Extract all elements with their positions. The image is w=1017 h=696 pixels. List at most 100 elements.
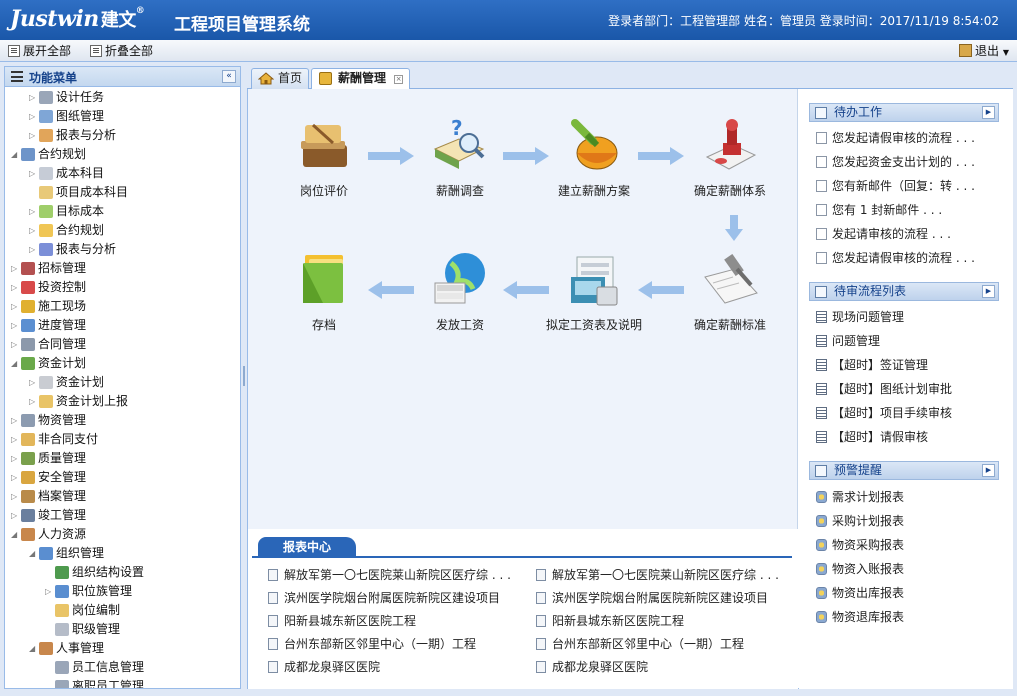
report-item[interactable]: 台州东部新区邻里中心（一期）工程 [536, 635, 744, 653]
collapsed-arrow-icon[interactable]: ▷ [29, 202, 37, 221]
review-more-button[interactable]: ▶ [982, 285, 995, 298]
alert-item[interactable]: 需求计划报表 [816, 488, 991, 506]
tab-salary-management[interactable]: 薪酬管理 × [311, 68, 411, 90]
menu-item[interactable]: ▷ 施工现场 [5, 297, 240, 316]
review-item[interactable]: 【超时】请假审核 [816, 428, 991, 446]
collapsed-arrow-icon[interactable]: ▷ [29, 392, 37, 411]
menu-item[interactable]: ▷ 目标成本 [5, 202, 240, 221]
expanded-arrow-icon[interactable]: ◢ [29, 639, 37, 658]
alert-item[interactable]: 物资出库报表 [816, 584, 991, 602]
todo-item[interactable]: 您发起请假审核的流程 . . . [816, 129, 991, 147]
alert-item[interactable]: 物资采购报表 [816, 536, 991, 554]
report-item[interactable]: 台州东部新区邻里中心（一期）工程 [268, 635, 476, 653]
collapsed-arrow-icon[interactable]: ▷ [29, 164, 37, 183]
expanded-arrow-icon[interactable]: ◢ [11, 145, 19, 164]
collapsed-arrow-icon[interactable]: ▷ [11, 259, 19, 278]
flow-step-salary-survey[interactable]: ? 薪酬调查 [410, 115, 510, 198]
flow-step-job-evaluation[interactable]: 岗位评价 [274, 115, 374, 198]
menu-item[interactable]: ▷ 质量管理 [5, 449, 240, 468]
collapsed-arrow-icon[interactable]: ▷ [11, 411, 19, 430]
report-item[interactable]: 滨州医学院烟台附属医院新院区建设项目 [536, 589, 768, 607]
alert-item[interactable]: 采购计划报表 [816, 512, 991, 530]
collapsed-arrow-icon[interactable]: ▷ [45, 582, 53, 601]
menu-item[interactable]: ▷ 安全管理 [5, 468, 240, 487]
todo-item[interactable]: 您有 1 封新邮件 . . . [816, 201, 991, 219]
tab-close-icon[interactable]: × [394, 75, 404, 84]
collapsed-arrow-icon[interactable]: ▷ [11, 449, 19, 468]
collapsed-arrow-icon[interactable]: ▷ [11, 335, 19, 354]
todo-item[interactable]: 您有新邮件（回复：转 . . . [816, 177, 991, 195]
report-item[interactable]: 解放军第一〇七医院莱山新院区医疗综 . . . [268, 566, 511, 584]
menu-item[interactable]: ◢ 人力资源 [5, 525, 240, 544]
todo-more-button[interactable]: ▶ [982, 106, 995, 119]
collapsed-arrow-icon[interactable]: ▷ [11, 278, 19, 297]
collapsed-arrow-icon[interactable]: ▷ [11, 487, 19, 506]
todo-item[interactable]: 您发起资金支出计划的 . . . [816, 153, 991, 171]
tab-home[interactable]: 首页 [251, 68, 310, 89]
menu-item[interactable]: ◢ 合约规划 [5, 145, 240, 164]
menu-item[interactable]: 员工信息管理 [5, 658, 240, 677]
review-item[interactable]: 现场问题管理 [816, 308, 991, 326]
collapsed-arrow-icon[interactable]: ▷ [29, 221, 37, 240]
flow-step-draft-payroll[interactable]: 拟定工资表及说明 [544, 249, 644, 332]
menu-item[interactable]: ▷ 非合同支付 [5, 430, 240, 449]
collapsed-arrow-icon[interactable]: ▷ [29, 240, 37, 259]
collapsed-arrow-icon[interactable]: ▷ [11, 468, 19, 487]
collapse-sidebar-button[interactable]: « [222, 70, 236, 83]
menu-item[interactable]: ▷ 进度管理 [5, 316, 240, 335]
menu-item[interactable]: ◢ 组织管理 [5, 544, 240, 563]
alerts-more-button[interactable]: ▶ [982, 464, 995, 477]
menu-item[interactable]: 组织结构设置 [5, 563, 240, 582]
menu-item[interactable]: ▷ 合同管理 [5, 335, 240, 354]
menu-item[interactable]: ◢ 资金计划 [5, 354, 240, 373]
flow-step-build-scheme[interactable]: 建立薪酬方案 [544, 115, 644, 198]
menu-item[interactable]: ▷ 档案管理 [5, 487, 240, 506]
flow-step-pay-wages[interactable]: 发放工资 [410, 249, 510, 332]
report-item[interactable]: 滨州医学院烟台附属医院新院区建设项目 [268, 589, 500, 607]
menu-item[interactable]: ▷ 图纸管理 [5, 107, 240, 126]
menu-item[interactable]: ▷ 物资管理 [5, 411, 240, 430]
menu-item[interactable]: ▷ 竣工管理 [5, 506, 240, 525]
collapse-all-button[interactable]: 折叠全部 [90, 42, 153, 60]
exit-button[interactable]: 退出 ▼ [959, 42, 1009, 60]
menu-item[interactable]: ▷ 设计任务 [5, 88, 240, 107]
menu-item[interactable]: 离职员工管理 [5, 677, 240, 688]
report-item[interactable]: 解放军第一〇七医院莱山新院区医疗综 . . . [536, 566, 779, 584]
menu-item[interactable]: ▷ 合约规划 [5, 221, 240, 240]
menu-item[interactable]: 职级管理 [5, 620, 240, 639]
alert-item[interactable]: 物资入账报表 [816, 560, 991, 578]
menu-item[interactable]: 岗位编制 [5, 601, 240, 620]
collapsed-arrow-icon[interactable]: ▷ [29, 373, 37, 392]
todo-item[interactable]: 发起请审核的流程 . . . [816, 225, 991, 243]
review-item[interactable]: 【超时】图纸计划审批 [816, 380, 991, 398]
menu-item[interactable]: ▷ 报表与分析 [5, 240, 240, 259]
expanded-arrow-icon[interactable]: ◢ [29, 544, 37, 563]
expanded-arrow-icon[interactable]: ◢ [11, 354, 19, 373]
collapsed-arrow-icon[interactable]: ▷ [29, 88, 37, 107]
menu-item[interactable]: ▷ 招标管理 [5, 259, 240, 278]
menu-item[interactable]: ▷ 成本科目 [5, 164, 240, 183]
collapsed-arrow-icon[interactable]: ▷ [11, 430, 19, 449]
collapsed-arrow-icon[interactable]: ▷ [29, 126, 37, 145]
collapsed-arrow-icon[interactable]: ▷ [29, 107, 37, 126]
menu-item[interactable]: ▷ 资金计划 [5, 373, 240, 392]
collapsed-arrow-icon[interactable]: ▷ [11, 316, 19, 335]
review-item[interactable]: 【超时】签证管理 [816, 356, 991, 374]
alert-item[interactable]: 物资退库报表 [816, 608, 991, 626]
review-item[interactable]: 问题管理 [816, 332, 991, 350]
menu-item[interactable]: ▷ 投资控制 [5, 278, 240, 297]
flow-step-determine-system[interactable]: 确定薪酬体系 [680, 115, 780, 198]
review-item[interactable]: 【超时】项目手续审核 [816, 404, 991, 422]
menu-item[interactable]: ▷ 职位族管理 [5, 582, 240, 601]
collapsed-arrow-icon[interactable]: ▷ [11, 297, 19, 316]
report-item[interactable]: 阳新县城东新区医院工程 [536, 612, 684, 630]
menu-item[interactable]: ▷ 报表与分析 [5, 126, 240, 145]
report-item[interactable]: 阳新县城东新区医院工程 [268, 612, 416, 630]
todo-item[interactable]: 您发起请假审核的流程 . . . [816, 249, 991, 267]
collapsed-arrow-icon[interactable]: ▷ [11, 506, 19, 525]
flow-step-archive[interactable]: 存档 [274, 249, 374, 332]
report-center-tab[interactable]: 报表中心 [258, 537, 356, 558]
flow-step-determine-standard[interactable]: 确定薪酬标准 [680, 249, 780, 332]
menu-item[interactable]: ◢ 人事管理 [5, 639, 240, 658]
expanded-arrow-icon[interactable]: ◢ [11, 525, 19, 544]
